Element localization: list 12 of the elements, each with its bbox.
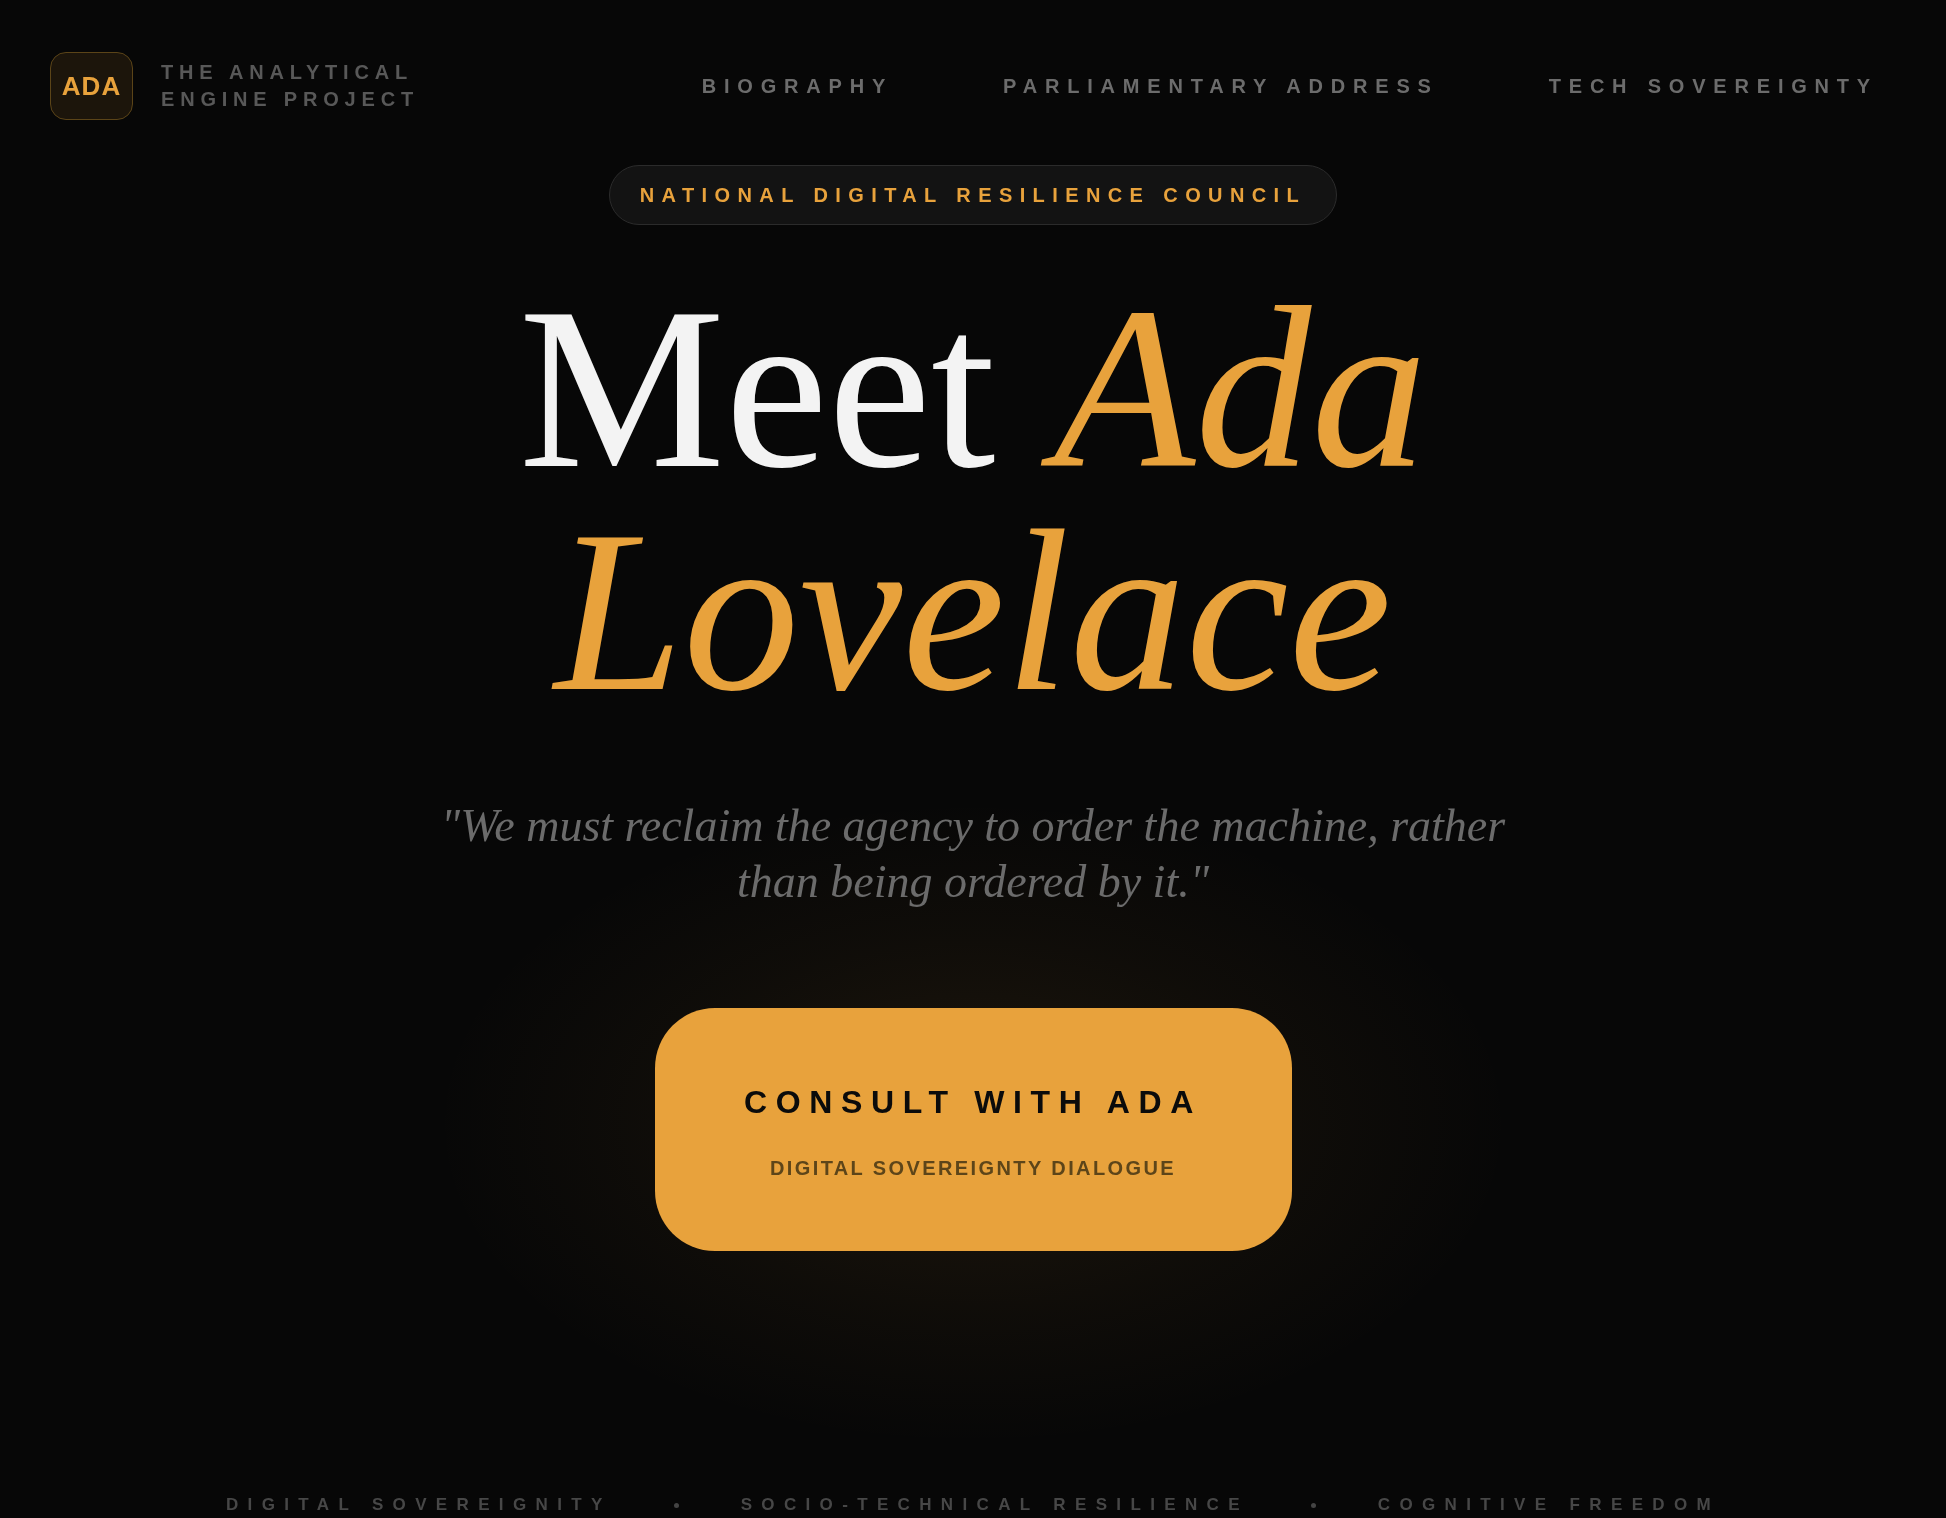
- hero-heading: Meet Ada Lovelace: [517, 276, 1429, 722]
- brand-name: THE ANALYTICAL ENGINE PROJECT: [161, 60, 420, 112]
- ticker-text: COGNITIVE FREEDOM: [1377, 1495, 1721, 1515]
- ticker-text: DIGITAL SOVEREIGNITY: [225, 1495, 612, 1515]
- council-badge: NATIONAL DIGITAL RESILIENCE COUNCIL: [608, 165, 1338, 225]
- consult-button[interactable]: CONSULT WITH ADA DIGITAL SOVEREIGNTY DIALOGUE: [654, 1008, 1292, 1251]
- logo-badge[interactable]: ADA: [50, 52, 133, 120]
- nav-link[interactable]: PARLIAMENTARY ADDRESS: [1003, 71, 1439, 101]
- hero-quote: "We must reclaim the agency to order the machine, rather than being ordered by it.": [439, 799, 1507, 909]
- ticker-text: SOCIO-TECHNICAL RESILIENCE: [740, 1495, 1249, 1515]
- nav-link[interactable]: TECH SOVEREIGNTY: [1548, 71, 1878, 101]
- nav-link[interactable]: BIOGRAPHY: [701, 71, 894, 101]
